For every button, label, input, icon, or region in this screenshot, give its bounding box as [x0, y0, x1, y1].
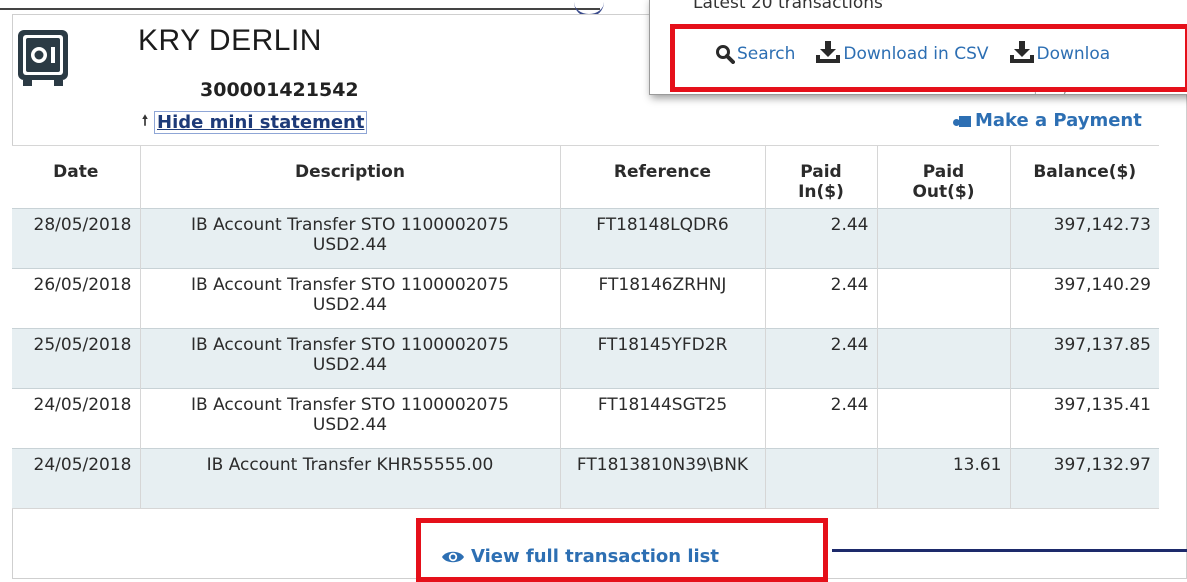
download-other-label[interactable]: Downloa: [1037, 44, 1111, 64]
download-csv-link[interactable]: Download in CSV: [815, 40, 989, 64]
cell-paid-out: [877, 268, 1011, 329]
cell-balance: 397,140.29: [1010, 268, 1159, 329]
cell-paid-in: 2.44: [765, 388, 878, 449]
cell-description: IB Account Transfer KHR55555.00: [140, 448, 561, 509]
table-row: 26/05/2018 IB Account Transfer STO 11000…: [12, 268, 1159, 329]
table-row: 28/05/2018 IB Account Transfer STO 11000…: [12, 208, 1159, 269]
safe-icon: [18, 30, 68, 86]
payment-icon: [953, 114, 971, 128]
popup-toolbar: Search Download in CSV Downloa: [715, 40, 1110, 64]
cell-reference: FT1813810N39\BNK: [560, 448, 766, 509]
cell-paid-in: 2.44: [765, 328, 878, 389]
cell-description: IB Account Transfer STO 1100002075 USD2.4…: [140, 208, 561, 269]
table-header-row: Date Description Reference Paid In($) Pai…: [12, 145, 1159, 209]
cell-description: IB Account Transfer STO 1100002075 USD2.4…: [140, 388, 561, 449]
header-reference: Reference: [560, 145, 766, 209]
cell-paid-in: [765, 448, 878, 509]
download-icon: [816, 41, 841, 63]
cell-reference: FT18144SGT25: [560, 388, 766, 449]
download-other-link[interactable]: Downloa: [1009, 40, 1111, 64]
cell-description: IB Account Transfer STO 1100002075 USD2.4…: [140, 328, 561, 389]
cell-date: 24/05/2018: [12, 448, 141, 509]
cell-reference: FT18148LQDR6: [560, 208, 766, 269]
cell-date: 25/05/2018: [12, 328, 141, 389]
table-row: 24/05/2018 IB Account Transfer KHR55555.…: [12, 448, 1159, 509]
cell-paid-in: 2.44: [765, 208, 878, 269]
table-row: 25/05/2018 IB Account Transfer STO 11000…: [12, 328, 1159, 389]
cell-balance: 397,135.41: [1010, 388, 1159, 449]
header-description: Description: [140, 145, 561, 209]
transactions-table: Date Description Reference Paid In($) Pai…: [12, 145, 1159, 509]
download-icon: [1009, 41, 1034, 63]
cell-date: 28/05/2018: [12, 208, 141, 269]
hide-mini-statement-link[interactable]: 🠕 Hide mini statement: [142, 110, 368, 134]
account-name: KRY DERLIN: [138, 24, 322, 57]
eye-icon: [442, 551, 464, 562]
cell-paid-in: 2.44: [765, 268, 878, 329]
cell-paid-out: [877, 208, 1011, 269]
search-label[interactable]: Search: [737, 44, 795, 64]
cell-paid-out: [877, 328, 1011, 389]
header-paid-in: Paid In($): [765, 145, 878, 209]
search-link[interactable]: Search: [715, 44, 795, 64]
header-date: Date: [12, 145, 141, 209]
cell-balance: 397,132.97: [1010, 448, 1159, 509]
search-icon: [716, 45, 735, 64]
cell-balance: 397,142.73: [1010, 208, 1159, 269]
cell-reference: FT18146ZRHNJ: [560, 268, 766, 329]
make-payment-label[interactable]: Make a Payment: [975, 110, 1142, 131]
hide-mini-statement-label[interactable]: Hide mini statement: [154, 110, 368, 134]
header-balance: Balance($): [1010, 145, 1159, 209]
cell-date: 24/05/2018: [12, 388, 141, 449]
cell-paid-out: 13.61: [877, 448, 1011, 509]
cell-paid-out: [877, 388, 1011, 449]
make-payment-link[interactable]: Make a Payment: [953, 110, 1142, 131]
latest-transactions-label: Latest 20 transactions: [693, 0, 883, 13]
account-number: 300001421542: [200, 79, 359, 101]
callout-line: [0, 8, 600, 10]
cell-reference: FT18145YFD2R: [560, 328, 766, 389]
cell-date: 26/05/2018: [12, 268, 141, 329]
header-paid-out: Paid Out($): [877, 145, 1011, 209]
view-full-transaction-list-link[interactable]: View full transaction list: [441, 546, 719, 567]
callout-connector-line: [832, 549, 1187, 552]
view-full-transaction-list-label[interactable]: View full transaction list: [471, 546, 719, 567]
cell-balance: 397,137.85: [1010, 328, 1159, 389]
download-csv-label[interactable]: Download in CSV: [843, 44, 988, 64]
arrow-up-icon: 🠕: [142, 113, 149, 129]
cell-description: IB Account Transfer STO 1100002075 USD2.4…: [140, 268, 561, 329]
table-row: 24/05/2018 IB Account Transfer STO 11000…: [12, 388, 1159, 449]
